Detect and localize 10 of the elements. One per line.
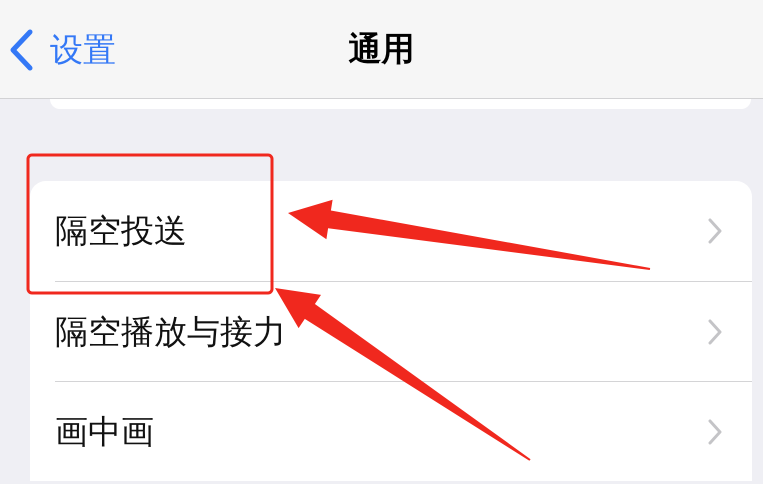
chevron-icon	[708, 318, 722, 344]
row-label: 隔空播放与接力	[55, 310, 286, 353]
row-label: 隔空投送	[55, 210, 187, 252]
back-button[interactable]: 设置	[8, 28, 116, 72]
page-title: 通用	[348, 28, 414, 70]
chevron-icon	[708, 218, 722, 244]
row-label: 画中画	[55, 410, 154, 453]
settings-row[interactable]: 隔空投送	[30, 181, 752, 281]
back-chevron-icon	[8, 28, 34, 72]
chevron-icon	[708, 418, 722, 444]
